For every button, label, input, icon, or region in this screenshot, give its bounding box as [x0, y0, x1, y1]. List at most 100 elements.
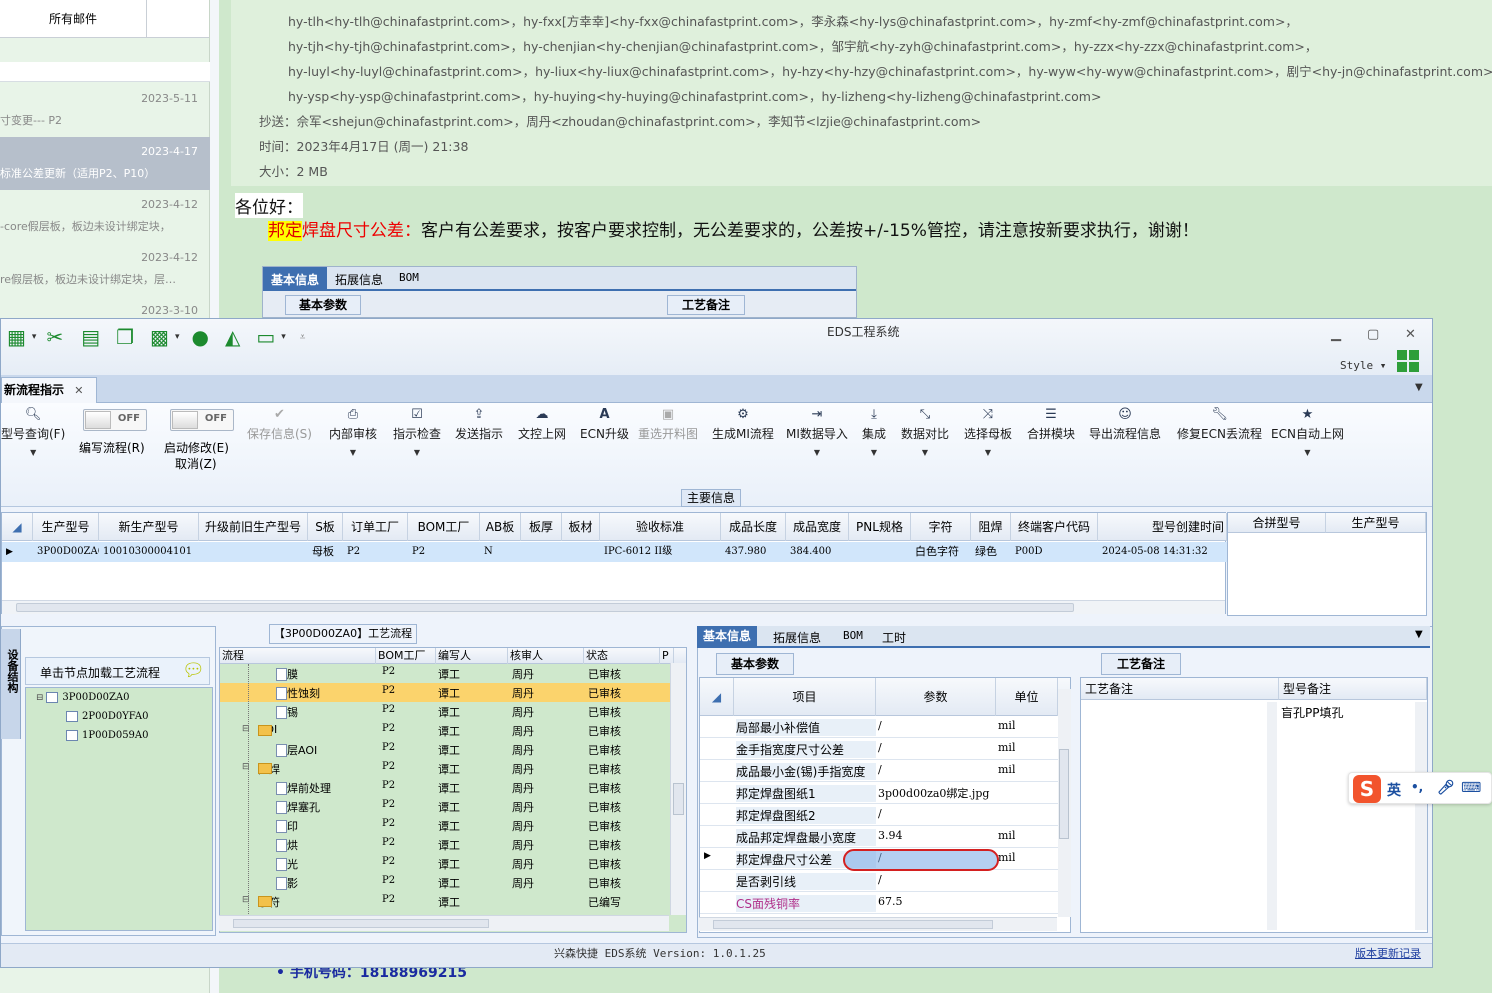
column-header[interactable]: 项目 [734, 678, 876, 716]
vertical-scrollbar[interactable] [1267, 702, 1277, 930]
process-remark-textbox[interactable] [1083, 702, 1267, 930]
scroll-thumb[interactable] [1059, 749, 1069, 839]
column-header[interactable]: 新生产型号 [99, 513, 199, 541]
minimize-icon[interactable]: ▁ [1331, 327, 1341, 342]
column-header[interactable]: 合拼型号 [1228, 513, 1326, 533]
column-header[interactable]: 流程 [220, 648, 376, 664]
param-value[interactable]: / [878, 719, 996, 732]
column-header[interactable]: 型号创建时间 [1098, 513, 1227, 541]
all-mail-tab[interactable]: 所有邮件 [0, 0, 147, 37]
cell[interactable]: 母板 [308, 542, 343, 562]
chevron-down-icon[interactable]: ▾ [175, 332, 180, 342]
cell[interactable]: 437.980 [721, 542, 786, 562]
column-header[interactable]: 板厚 [521, 513, 562, 541]
column-header[interactable]: 验收标准 [600, 513, 721, 541]
keyboard-icon[interactable]: ⌨ [1461, 780, 1481, 796]
flow-row[interactable]: 退膜 P2 谭工 周丹 已审核 [220, 664, 672, 683]
flow-row-selected[interactable]: 碱性蚀刻 P2 谭工 周丹 已审核 [220, 683, 672, 702]
checkbox[interactable] [66, 711, 78, 722]
ecn-upgrade-button[interactable]: A ECN升级 [580, 407, 629, 442]
scroll-thumb[interactable] [16, 603, 1074, 612]
cell[interactable]: 2024-05-08 14:31:32 [1098, 542, 1227, 562]
scroll-thumb[interactable] [233, 919, 489, 928]
tab-work-hours[interactable]: 工时 [882, 629, 906, 646]
repair-ecn-button[interactable]: 🔧︎ 修复ECN丢流程 [1177, 407, 1262, 442]
ime-punct[interactable]: •, [1411, 780, 1423, 794]
column-header[interactable]: 编写人 [436, 648, 508, 664]
param-row[interactable]: 邦定焊盘图纸1 3p00d00za0绑定.jpg [700, 782, 1058, 804]
flow-row[interactable]: 预烘 P2 谭工 周丹 已审核 [220, 835, 672, 854]
cell[interactable]: P2 [408, 542, 480, 562]
table-row[interactable]: ▶ 3P00D00ZA0 10010300004101 母板 P2 P2 N I… [2, 542, 1227, 562]
horizontal-scrollbar[interactable] [699, 917, 1057, 931]
close-icon[interactable]: ✕ [1405, 327, 1416, 342]
checkbox[interactable] [66, 730, 78, 741]
area-chart-icon[interactable]: ◭ [225, 325, 240, 349]
cell[interactable]: 白色字符 [911, 542, 971, 562]
column-header[interactable]: 终端客户代码 [1011, 513, 1098, 541]
film-icon[interactable]: ▤ [81, 325, 100, 349]
horizontal-scrollbar[interactable] [2, 600, 1225, 614]
flow-row[interactable]: 阻焊前处理 P2 谭工 周丹 已审核 [220, 778, 672, 797]
grid-icon[interactable]: ▩ [150, 325, 169, 349]
column-header[interactable]: 订单工厂 [343, 513, 408, 541]
cell[interactable]: 绿色 [971, 542, 1011, 562]
version-history-link[interactable]: 版本更新记录 [1355, 945, 1421, 961]
column-header[interactable]: S板 [308, 513, 343, 541]
param-row[interactable]: 局部最小补偿值 / mil [700, 716, 1058, 738]
merge-module-button[interactable]: ☰ 合拼模块 [1027, 407, 1075, 442]
integrate-button[interactable]: ⤓ 集成 ▼ [862, 407, 886, 457]
microphone-icon[interactable]: 🎤︎ [1437, 780, 1455, 796]
param-value[interactable]: 67.5 [878, 895, 996, 908]
column-header[interactable]: 成品长度 [721, 513, 786, 541]
column-header[interactable]: 字符 [911, 513, 971, 541]
start-modify-toggle[interactable]: OFF [170, 409, 234, 431]
style-menu[interactable]: Style ▾ [1340, 359, 1386, 372]
flow-row[interactable]: ⊟字符P2谭工已编写 [220, 892, 672, 911]
flow-row[interactable]: 阻焊塞孔 P2 谭工 周丹 已审核 [220, 797, 672, 816]
param-value[interactable]: / [878, 763, 996, 776]
column-header[interactable]: AB板 [480, 513, 521, 541]
flow-row[interactable]: 丝印 P2 谭工 周丹 已审核 [220, 816, 672, 835]
remark-area[interactable]: 工艺备注 型号备注 盲孔PP填孔 [1080, 677, 1428, 933]
param-grid[interactable]: ◢ 项目 参数 单位 局部最小补偿值 / mil 金手指宽度尺寸公差 / mil 成品最小金… [699, 677, 1071, 933]
param-value[interactable]: 3p00d00za0绑定.jpg [878, 785, 996, 801]
table-icon[interactable]: ▦ [7, 325, 26, 349]
load-flow-button[interactable]: 单击节点加载工艺流程 💬︎ [25, 657, 210, 685]
mail-list-item[interactable]: 2023-5-11 寸变更--- P2 [0, 84, 210, 137]
mail-list-item-selected[interactable]: 2023-4-17 标准公差更新（适用P2、P10） [0, 137, 210, 190]
column-header[interactable]: 生产型号 [33, 513, 99, 541]
column-header[interactable]: 参数 [876, 678, 996, 716]
merge-model-grid[interactable]: 合拼型号 生产型号 [1227, 512, 1427, 616]
send-instruction-button[interactable]: ⇪ 发送指示 [455, 407, 503, 442]
column-header[interactable]: BOM工厂 [376, 648, 436, 664]
ecn-auto-online-button[interactable]: ★ ECN自动上网 ▼ [1271, 407, 1344, 457]
flow-row[interactable]: 退锡 P2 谭工 周丹 已审核 [220, 702, 672, 721]
close-tab-icon[interactable]: ✕ [74, 384, 83, 397]
column-header[interactable]: 单位 [996, 678, 1058, 716]
model-query-button[interactable]: 🔍︎ 型号查询(F) ▼ [1, 407, 65, 457]
vertical-scrollbar[interactable] [1058, 689, 1071, 917]
maximize-icon[interactable]: ▢ [1367, 327, 1379, 342]
cell[interactable]: 384.400 [786, 542, 849, 562]
param-value[interactable]: 3.94 [878, 829, 996, 842]
column-header[interactable]: PNL规格 [849, 513, 911, 541]
cancel-label[interactable]: 取消(Z) [175, 455, 217, 472]
mail-list-item[interactable]: 2023-4-12 -core假层板，板边未设计绑定块， [0, 190, 210, 243]
data-compare-button[interactable]: ⤡ 数据对比 ▼ [901, 407, 949, 457]
generate-mi-flow-button[interactable]: ⚙ 生成MI流程 [712, 407, 774, 442]
customize-icon[interactable]: ⩡ [300, 332, 306, 343]
param-row[interactable]: 邦定焊盘图纸2/ [700, 804, 1058, 826]
flow-row[interactable]: 外层AOI P2 谭工 周丹 已审核 [220, 740, 672, 759]
tab-basic-info[interactable]: 基本信息 [697, 626, 758, 646]
instruction-check-button[interactable]: ☑ 指示检查 ▼ [393, 407, 441, 457]
model-remark-textbox[interactable]: 盲孔PP填孔 [1281, 704, 1343, 721]
vertical-scrollbar[interactable] [1415, 702, 1427, 930]
select-mother-board-button[interactable]: ⤨ 选择母板 ▼ [964, 407, 1012, 457]
process-remark-tab[interactable]: 工艺备注 [1101, 653, 1181, 675]
checkbox[interactable] [46, 692, 59, 703]
main-info-grid[interactable]: ◢ 生产型号 新生产型号 升级前旧生产型号 S板 订单工厂 BOM工厂 AB板 … [1, 512, 1227, 614]
tree-node[interactable]: ⊟ 3P00D00ZA0 [36, 692, 130, 703]
column-header[interactable]: 成品宽度 [786, 513, 849, 541]
column-header[interactable]: 升级前旧生产型号 [199, 513, 308, 541]
